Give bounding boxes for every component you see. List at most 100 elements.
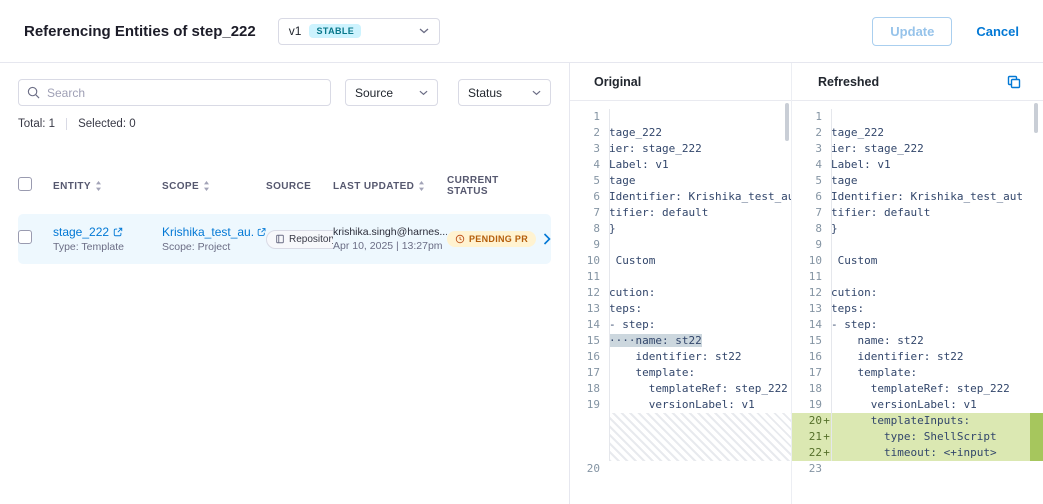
code-line: 7tifier: default: [570, 205, 791, 221]
refreshed-pane-title: Refreshed: [818, 75, 879, 89]
code-line: 4Label: v1: [792, 157, 1043, 173]
header-actions: Update Cancel: [872, 17, 1019, 46]
status-filter-label: Status: [468, 86, 502, 100]
code-line: 20: [570, 461, 791, 477]
original-pane-title: Original: [594, 75, 641, 89]
selected-count: Selected: 0: [78, 118, 136, 130]
cancel-button[interactable]: Cancel: [976, 24, 1019, 39]
source-cell: Repository: [266, 230, 333, 249]
entity-cell: stage_222 Type: Template: [53, 225, 162, 253]
scope-detail: Scope: Project: [162, 241, 266, 253]
updated-by: krishika.singh@harnes...: [333, 226, 447, 238]
clock-icon: [455, 234, 465, 244]
code-line: 17 template:: [570, 365, 791, 381]
code-line: 11: [570, 269, 791, 285]
page-header: Referencing Entities of step_222 v1 STAB…: [0, 0, 1043, 63]
code-line: 6Identifier: Krishika_test_aut: [570, 189, 791, 205]
column-header-scope[interactable]: SCOPE: [162, 181, 266, 192]
refreshed-pane: Refreshed 12tage_2223ier: stage_2224Labe…: [792, 63, 1043, 504]
code-line: 19 versionLabel: v1: [792, 397, 1043, 413]
repository-icon: [275, 234, 285, 244]
divider: [66, 118, 67, 130]
chevron-down-icon: [532, 90, 541, 96]
update-button[interactable]: Update: [872, 17, 952, 46]
code-line: 20+ templateInputs:: [792, 413, 1043, 429]
scope-link[interactable]: Krishika_test_au...: [162, 225, 253, 239]
code-line: 15 name: st22: [792, 333, 1043, 349]
code-line: 19 versionLabel: v1: [570, 397, 791, 413]
code-line: 5tage: [570, 173, 791, 189]
code-line: 5tage: [792, 173, 1043, 189]
original-code-editor[interactable]: 12tage_2223ier: stage_2224Label: v15tage…: [570, 101, 791, 504]
code-line: 10 Custom: [570, 253, 791, 269]
sort-icon: [95, 181, 102, 191]
select-all-checkbox[interactable]: [18, 177, 32, 191]
code-line: 3ier: stage_222: [570, 141, 791, 157]
copy-button[interactable]: [1005, 73, 1023, 91]
code-line: 14- step:: [570, 317, 791, 333]
code-line: 21+ type: ShellScript: [792, 429, 1043, 445]
entities-table: ENTITY SCOPE SOURCE LAST UPDATED: [0, 175, 569, 264]
code-line: 2tage_222: [792, 125, 1043, 141]
version-select[interactable]: v1 STABLE: [278, 18, 440, 45]
code-line: 10 Custom: [792, 253, 1043, 269]
status-filter-dropdown[interactable]: Status: [458, 79, 551, 106]
code-line: 22+ timeout: <+input>: [792, 445, 1043, 461]
sort-icon: [203, 181, 210, 191]
yaml-diff-viewer: Original 12tage_2223ier: stage_2224Label…: [570, 63, 1043, 504]
code-line: 12cution:: [792, 285, 1043, 301]
external-link-icon[interactable]: [257, 227, 266, 237]
row-checkbox[interactable]: [18, 230, 32, 244]
code-line: 11: [792, 269, 1043, 285]
code-line: 23: [792, 461, 1043, 477]
original-pane: Original 12tage_2223ier: stage_2224Label…: [570, 63, 792, 504]
version-label: v1: [289, 24, 302, 38]
code-line: 2tage_222: [570, 125, 791, 141]
search-input[interactable]: [18, 79, 331, 106]
code-line: 17 template:: [792, 365, 1043, 381]
original-pane-header: Original: [570, 63, 791, 101]
table-row[interactable]: stage_222 Type: Template Krishika_test_a…: [18, 214, 551, 264]
entity-type: Type: Template: [53, 241, 162, 253]
scope-cell: Krishika_test_au... Scope: Project: [162, 225, 266, 253]
results-summary: Total: 1 Selected: 0: [0, 118, 569, 130]
external-link-icon[interactable]: [113, 227, 123, 237]
original-code-lines: 12tage_2223ier: stage_2224Label: v15tage…: [570, 109, 791, 477]
row-expand-chevron[interactable]: [536, 233, 551, 245]
code-line: 1: [570, 109, 791, 125]
total-count: Total: 1: [18, 118, 55, 130]
last-updated-cell: krishika.singh@harnes... Apr 10, 2025 | …: [333, 226, 447, 252]
code-line: 8}: [570, 221, 791, 237]
code-line: 1: [792, 109, 1043, 125]
entity-link[interactable]: stage_222: [53, 225, 109, 239]
original-scrollbar[interactable]: [785, 103, 789, 141]
diff-spacer: [570, 413, 791, 461]
column-header-source: SOURCE: [266, 181, 333, 192]
entities-panel: Source Status Total: 1 Selected: 0 ENTIT…: [0, 63, 570, 504]
filters-bar: Source Status: [0, 79, 569, 106]
column-header-entity[interactable]: ENTITY: [53, 181, 162, 192]
added-lines-overview-marker: [1030, 413, 1043, 461]
code-line: 9: [792, 237, 1043, 253]
code-line: 16 identifier: st22: [570, 349, 791, 365]
code-line: 13teps:: [570, 301, 791, 317]
refreshed-scrollbar[interactable]: [1034, 103, 1038, 133]
status-cell: PENDING PR: [447, 231, 536, 247]
indent-guide: [609, 109, 610, 461]
source-filter-dropdown[interactable]: Source: [345, 79, 438, 106]
search-icon: [27, 86, 40, 99]
chevron-down-icon: [419, 28, 429, 34]
code-line: 9: [570, 237, 791, 253]
page-title: Referencing Entities of step_222: [24, 23, 256, 40]
copy-icon: [1007, 75, 1021, 89]
code-line: 18 templateRef: step_222: [570, 381, 791, 397]
code-line: 6Identifier: Krishika_test_aut: [792, 189, 1043, 205]
referencing-entities-page: Referencing Entities of step_222 v1 STAB…: [0, 0, 1043, 504]
indent-guide: [831, 109, 832, 461]
source-filter-label: Source: [355, 86, 393, 100]
chevron-down-icon: [419, 90, 428, 96]
status-badge: PENDING PR: [447, 231, 536, 247]
column-header-last-updated[interactable]: LAST UPDATED: [333, 181, 447, 192]
search-box: [18, 79, 331, 106]
refreshed-code-editor[interactable]: 12tage_2223ier: stage_2224Label: v15tage…: [792, 101, 1043, 504]
